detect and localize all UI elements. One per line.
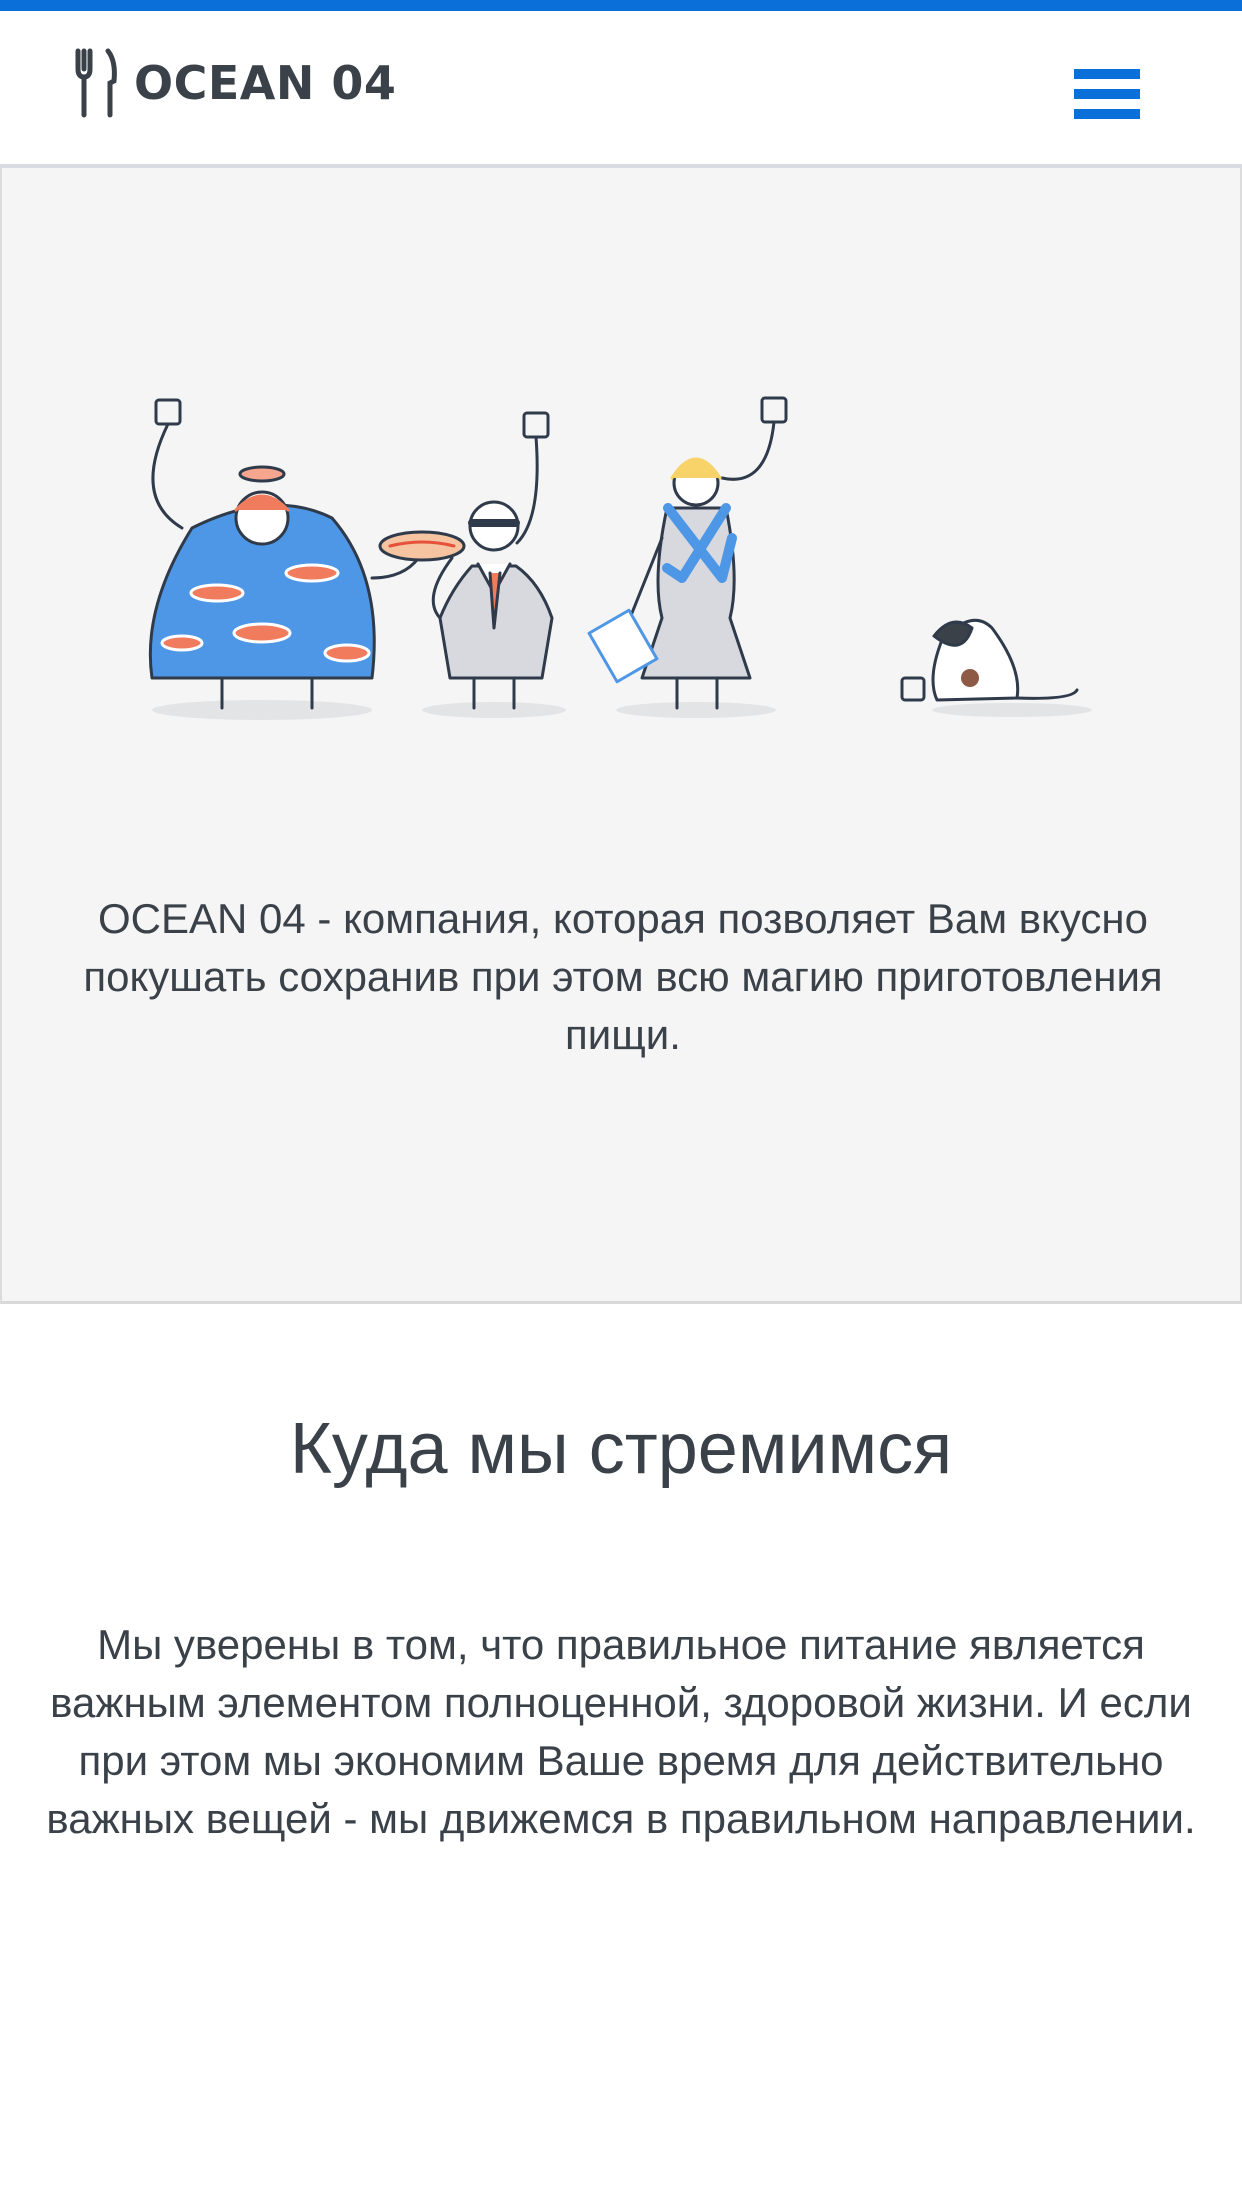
hero-section: OCEAN 04 - компания, которая позволяет В… <box>0 168 1242 1304</box>
mission-title: Куда мы стремимся <box>289 1409 953 1489</box>
people-and-dog-illustration <box>148 396 1092 720</box>
logo-link[interactable]: OCEAN 04 <box>72 45 396 121</box>
top-accent-bar <box>0 0 1242 11</box>
fork-knife-icon <box>72 47 120 119</box>
mission-text: Мы уверены в том, что правильное питание… <box>46 1621 1196 1842</box>
brand-name: OCEAN 04 <box>134 56 397 110</box>
hero-description: OCEAN 04 - компания, которая позволяет В… <box>83 895 1163 1058</box>
site-header: OCEAN 04 <box>0 11 1242 168</box>
hamburger-menu-icon[interactable] <box>1074 69 1140 119</box>
